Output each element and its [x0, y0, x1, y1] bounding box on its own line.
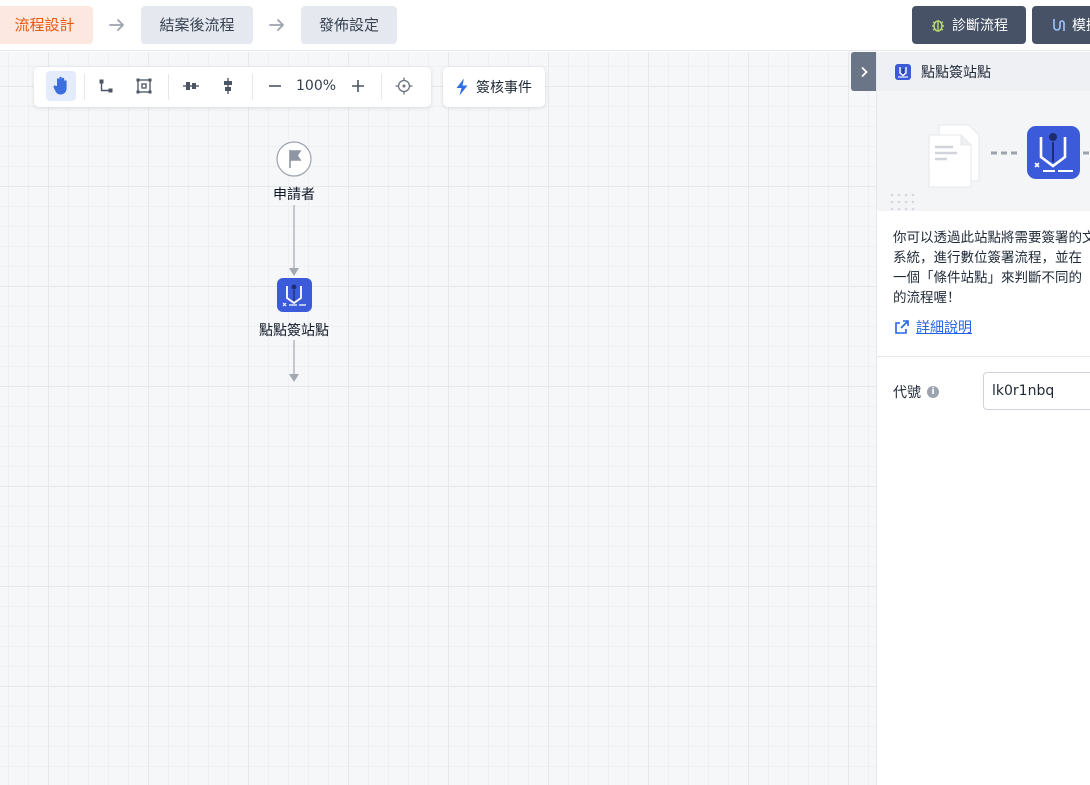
chevron-right-icon: [860, 66, 868, 77]
start-node-label: 申請者: [273, 187, 315, 203]
bug-icon: [932, 20, 944, 32]
start-node[interactable]: [276, 141, 312, 177]
learn-more-label: 詳細說明: [916, 320, 972, 336]
sign-node-label: 點點簽站點: [259, 323, 329, 339]
step-publish-settings[interactable]: 發佈設定: [301, 6, 397, 44]
step-post-close-flow[interactable]: 結案後流程: [141, 6, 253, 44]
panel-title: 點點簽站點: [921, 64, 991, 81]
sign-icon: [1027, 126, 1080, 179]
learn-more-link[interactable]: 詳細說明: [894, 317, 972, 337]
arrow-right-icon: [109, 19, 124, 31]
arrow-right-icon: [269, 19, 284, 31]
panel-header: 點點簽站點: [877, 52, 1090, 91]
simulate-label: 模擬: [1072, 18, 1090, 34]
sign-node[interactable]: [277, 278, 312, 312]
sign-node-icon: [895, 63, 911, 80]
connector-arrow: [289, 374, 299, 382]
panel-description: 你可以透過此站點將需要簽署的文 系統，進行數位簽署流程，並在 一個「條件站點」來…: [893, 230, 1090, 306]
route-icon: [1053, 19, 1065, 31]
info-icon[interactable]: i: [927, 386, 939, 398]
simulate-button[interactable]: 模擬: [1032, 6, 1090, 44]
diagnose-flow-label: 診斷流程: [952, 18, 1008, 34]
flow-diagram: [276, 141, 312, 382]
step-flow-design[interactable]: 流程設計: [0, 6, 93, 44]
document-icon: [928, 124, 980, 188]
code-input[interactable]: [983, 372, 1090, 410]
collapse-panel-button[interactable]: [851, 52, 876, 91]
code-label-text: 代號: [893, 385, 921, 401]
code-field-label: 代號 i: [893, 382, 939, 402]
diagnose-flow-button[interactable]: 診斷流程: [912, 6, 1026, 44]
flow-canvas[interactable]: 100% 簽核事件 申請者 點點簽站點: [0, 52, 876, 785]
panel-illustration: [877, 91, 1090, 211]
external-link-icon: [895, 320, 909, 334]
connector-arrow: [289, 268, 299, 276]
top-bar: 流程設計 結案後流程 發佈設定 診斷流程 模擬: [0, 0, 1090, 51]
panel-divider: [877, 356, 1090, 357]
properties-panel: 點點簽站點 你可以透過此站點將需要簽署的文 系統，進行數位簽署流程，並在 一個「…: [876, 52, 1090, 785]
